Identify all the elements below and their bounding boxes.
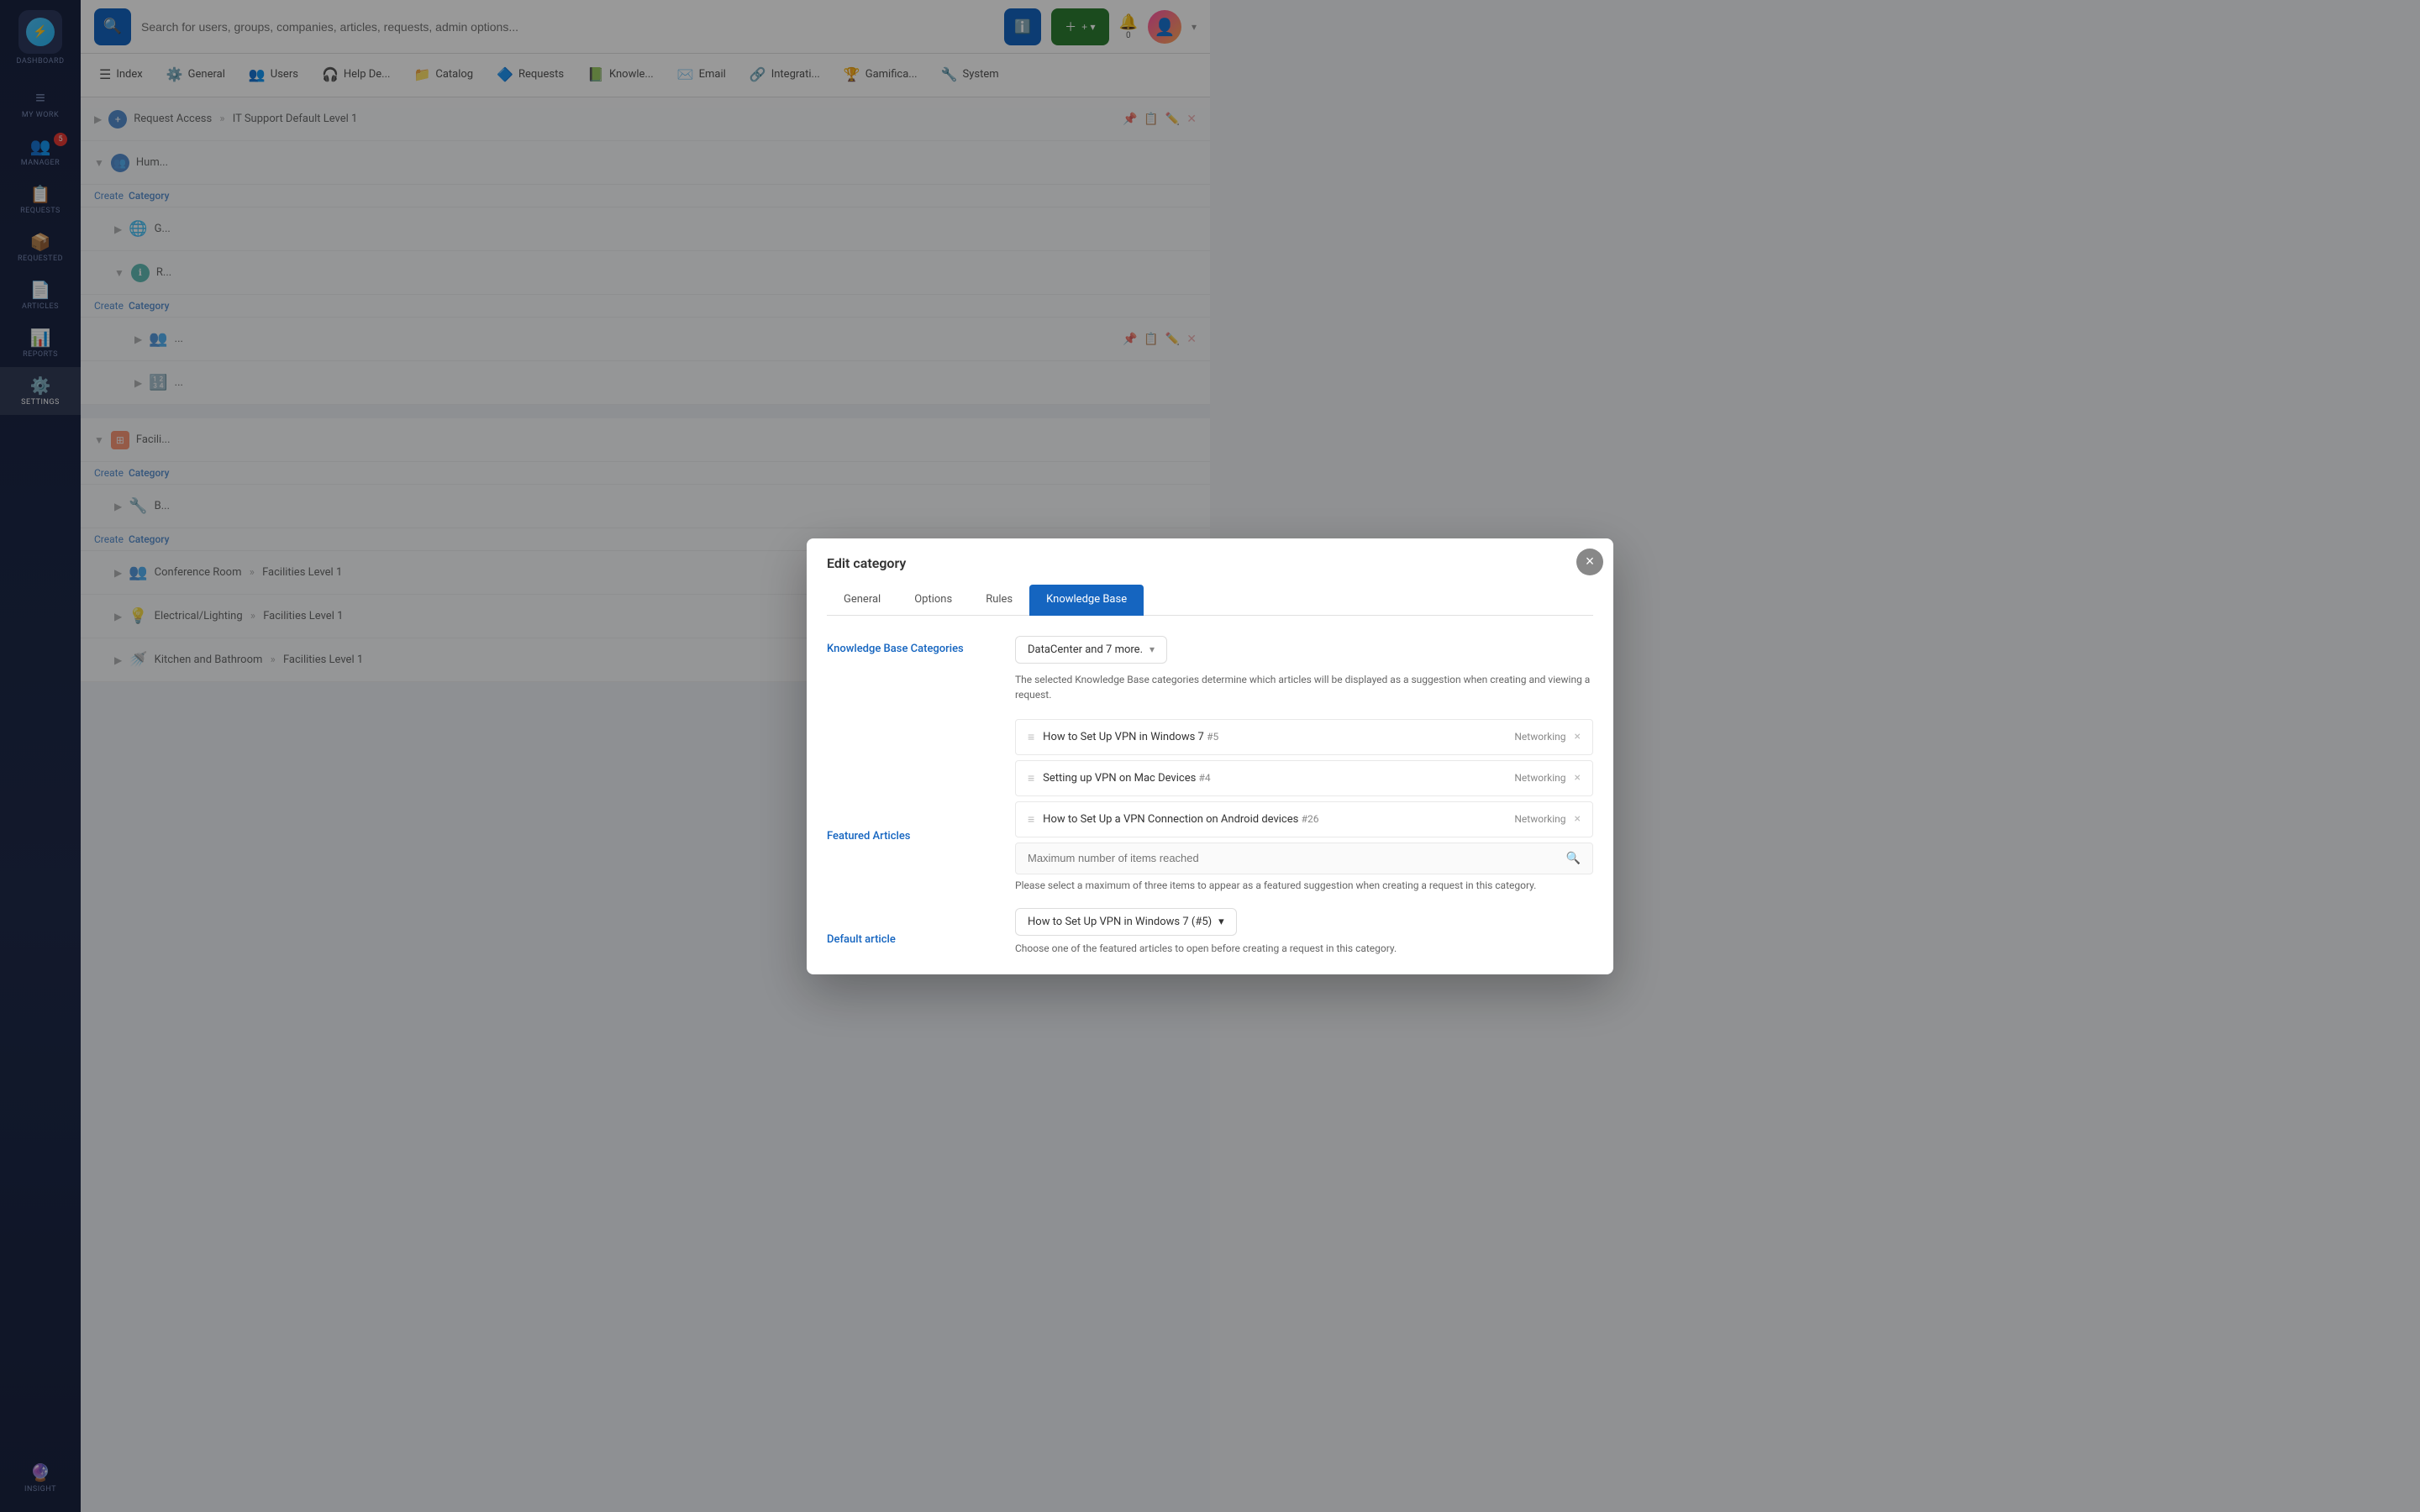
tab-options[interactable]: Options (897, 585, 969, 616)
modal-tabs: General Options Rules Knowledge Base (827, 585, 1210, 616)
featured-hint: Please select a maximum of three items t… (1015, 879, 1210, 891)
main-area: 🔍 ℹ️ ＋ + ▾ 🔔 0 👤 ▾ ☰ Index (81, 0, 1210, 1512)
kb-dropdown-label: DataCenter and 7 more. (1028, 643, 1143, 656)
featured-search-row: 🔍 (1015, 843, 1210, 874)
modal-body: Knowledge Base Categories Featured Artic… (807, 616, 1210, 974)
modal-header: Edit category General Options Rules Know… (807, 538, 1210, 616)
tab-rules[interactable]: Rules (969, 585, 1029, 616)
default-article-label: Default article (827, 933, 995, 946)
kb-hint: The selected Knowledge Base categories d… (1015, 672, 1210, 702)
featured-search-input[interactable] (1028, 852, 1210, 864)
kb-categories-dropdown[interactable]: DataCenter and 7 more. ▾ (1015, 636, 1167, 664)
featured-articles-label: Featured Articles (827, 830, 995, 843)
default-article-section: How to Set Up VPN in Windows 7 (#5) ▾ Ch… (1015, 908, 1210, 954)
edit-category-modal: × Edit category General Options Rules Kn… (807, 538, 1210, 974)
modal-left-column: Knowledge Base Categories Featured Artic… (827, 636, 995, 954)
modal-title: Edit category (827, 555, 1210, 571)
featured-item-3: ≡ How to Set Up a VPN Connection on Andr… (1015, 801, 1210, 837)
content-area: ▶ + Request Access » IT Support Default … (81, 97, 1210, 1512)
drag-handle-3[interactable]: ≡ (1028, 812, 1034, 827)
modal-right-column: DataCenter and 7 more. ▾ The selected Kn… (995, 636, 1210, 954)
drag-handle-2[interactable]: ≡ (1028, 771, 1034, 785)
modal-overlay: × Edit category General Options Rules Kn… (81, 97, 1210, 1512)
default-dropdown-label: How to Set Up VPN in Windows 7 (#5) (1028, 916, 1210, 928)
default-article-dropdown[interactable]: How to Set Up VPN in Windows 7 (#5) ▾ (1015, 908, 1210, 936)
default-article-hint: Choose one of the featured articles to o… (1015, 942, 1210, 954)
featured-item-1: ≡ How to Set Up VPN in Windows 7 #5 Netw… (1015, 719, 1210, 755)
tab-general[interactable]: General (827, 585, 897, 616)
featured-articles-section: ≡ How to Set Up VPN in Windows 7 #5 Netw… (1015, 719, 1210, 891)
tab-knowledge-base[interactable]: Knowledge Base (1029, 585, 1144, 616)
featured-item-2: ≡ Setting up VPN on Mac Devices #4 Netwo… (1015, 760, 1210, 796)
drag-handle-1[interactable]: ≡ (1028, 730, 1034, 744)
kb-categories-label: Knowledge Base Categories (827, 643, 995, 655)
kb-dropdown-arrow-icon: ▾ (1150, 643, 1155, 655)
